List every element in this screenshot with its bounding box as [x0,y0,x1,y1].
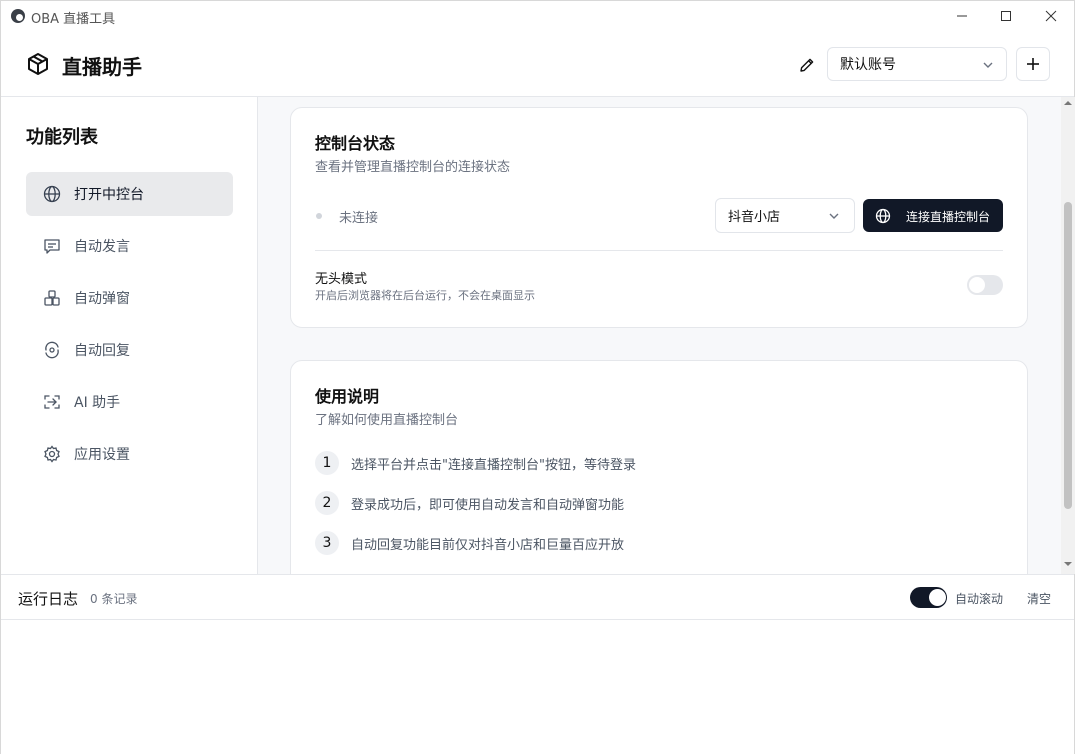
headless-mode-title: 无头模式 [315,272,368,287]
toggle-knob [929,589,946,606]
step-text: 选择平台并点击"连接直播控制台"按钮，等待登录 [351,457,636,473]
scroll-up-arrow-icon[interactable] [1064,99,1072,107]
package-icon [28,53,48,75]
main-content[interactable]: 控制台状态 查看并管理直播控制台的连接状态 未连接 抖音小店 连接直播控制台 无… [258,97,1061,574]
maximize-button[interactable] [983,1,1029,31]
status-dot [316,213,322,219]
connect-console-label: 连接直播控制台 [906,210,991,224]
platform-select-value: 抖音小店 [728,210,781,225]
main-scrollbar[interactable] [1061,97,1075,574]
minimize-button[interactable] [939,1,985,31]
sidebar-item-auto-reply[interactable]: 自动回复 [26,328,233,372]
toggle-knob [969,277,985,293]
sidebar-item-label: 自动发言 [74,239,130,255]
autoscroll-toggle[interactable] [910,587,947,608]
sidebar-nav: 打开中控台 自动发言 自动弹窗 自动回复 AI 助手 应用设置 [26,172,233,484]
account-select[interactable]: 默认账号 [827,47,1007,81]
edit-account-button[interactable] [795,53,819,77]
sidebar-item-label: 应用设置 [74,447,130,463]
log-toolbar: 运行日志 0 条记录 自动滚动 清空 [1,574,1074,620]
sidebar-title: 功能列表 [26,127,98,148]
plus-icon [1027,58,1039,70]
instruction-step: 1 选择平台并点击"连接直播控制台"按钮，等待登录 [315,451,636,475]
popup-icon [42,288,62,308]
sidebar-item-label: 自动弹窗 [74,291,130,307]
add-account-button[interactable] [1016,47,1050,81]
platform-select[interactable]: 抖音小店 [715,198,855,233]
sidebar-item-auto-message[interactable]: 自动发言 [26,224,233,268]
connect-console-button[interactable]: 连接直播控制台 [863,199,1003,232]
scroll-thumb[interactable] [1064,202,1072,509]
usage-instructions-card: 使用说明 了解如何使用直播控制台 1 选择平台并点击"连接直播控制台"按钮，等待… [290,360,1028,574]
brand-title: 直播助手 [62,55,142,79]
sidebar-item-label: 打开中控台 [74,187,144,203]
autoscroll-label: 自动滚动 [955,592,1004,606]
close-button[interactable] [1028,1,1074,31]
instruction-step: 3 自动回复功能目前仅对抖音小店和巨量百应开放 [315,531,624,555]
log-title: 运行日志 [18,590,79,608]
pencil-icon [800,58,814,72]
sidebar-item-console[interactable]: 打开中控台 [26,172,233,216]
headless-mode-description: 开启后浏览器将在后台运行，不会在桌面显示 [315,289,535,302]
gear-icon [42,444,62,464]
ai-icon [42,392,62,412]
app-window: OBA 直播工具 直播助手 默认账号 功能列表 打开中控台 自动发言 自动弹窗 … [0,0,1075,754]
step-text: 自动回复功能目前仅对抖音小店和巨量百应开放 [351,537,625,553]
log-output[interactable] [1,620,1074,754]
step-text: 登录成功后，即可使用自动发言和自动弹窗功能 [351,497,625,513]
card-title: 控制台状态 [315,134,396,153]
sidebar-item-settings[interactable]: 应用设置 [26,432,233,476]
account-select-value: 默认账号 [840,57,896,73]
sidebar-item-auto-popup[interactable]: 自动弹窗 [26,276,233,320]
chevron-down-icon [829,213,839,219]
card-subtitle: 了解如何使用直播控制台 [315,413,459,428]
headless-mode-toggle[interactable] [967,275,1003,295]
sidebar: 功能列表 打开中控台 自动发言 自动弹窗 自动回复 AI 助手 应用设置 [1,97,258,574]
sidebar-item-label: 自动回复 [74,343,130,359]
close-icon [1045,10,1057,22]
clear-log-button[interactable]: 清空 [1027,590,1051,607]
card-title: 使用说明 [315,387,380,406]
step-number: 2 [315,491,339,515]
divider [315,250,1003,251]
step-number: 1 [315,451,339,475]
connection-status: 未连接 [339,211,379,226]
window-title: OBA 直播工具 [31,12,116,27]
maximize-icon [1001,11,1011,21]
minimize-icon [957,15,967,17]
app-header: 直播助手 默认账号 [1,31,1074,97]
scroll-down-arrow-icon[interactable] [1064,560,1072,568]
globe-icon [42,184,62,204]
instruction-step: 2 登录成功后，即可使用自动发言和自动弹窗功能 [315,491,624,515]
sidebar-item-label: AI 助手 [74,395,121,411]
reply-icon [42,340,62,360]
card-subtitle: 查看并管理直播控制台的连接状态 [315,160,511,175]
console-status-card: 控制台状态 查看并管理直播控制台的连接状态 未连接 抖音小店 连接直播控制台 无… [290,107,1028,328]
log-count: 0 条记录 [90,592,138,606]
app-logo-icon [11,9,25,23]
step-number: 3 [315,531,339,555]
globe-icon [875,208,891,224]
chevron-down-icon [983,62,993,68]
message-icon [42,236,62,256]
sidebar-item-ai-assistant[interactable]: AI 助手 [26,380,233,424]
title-bar: OBA 直播工具 [1,1,1074,31]
